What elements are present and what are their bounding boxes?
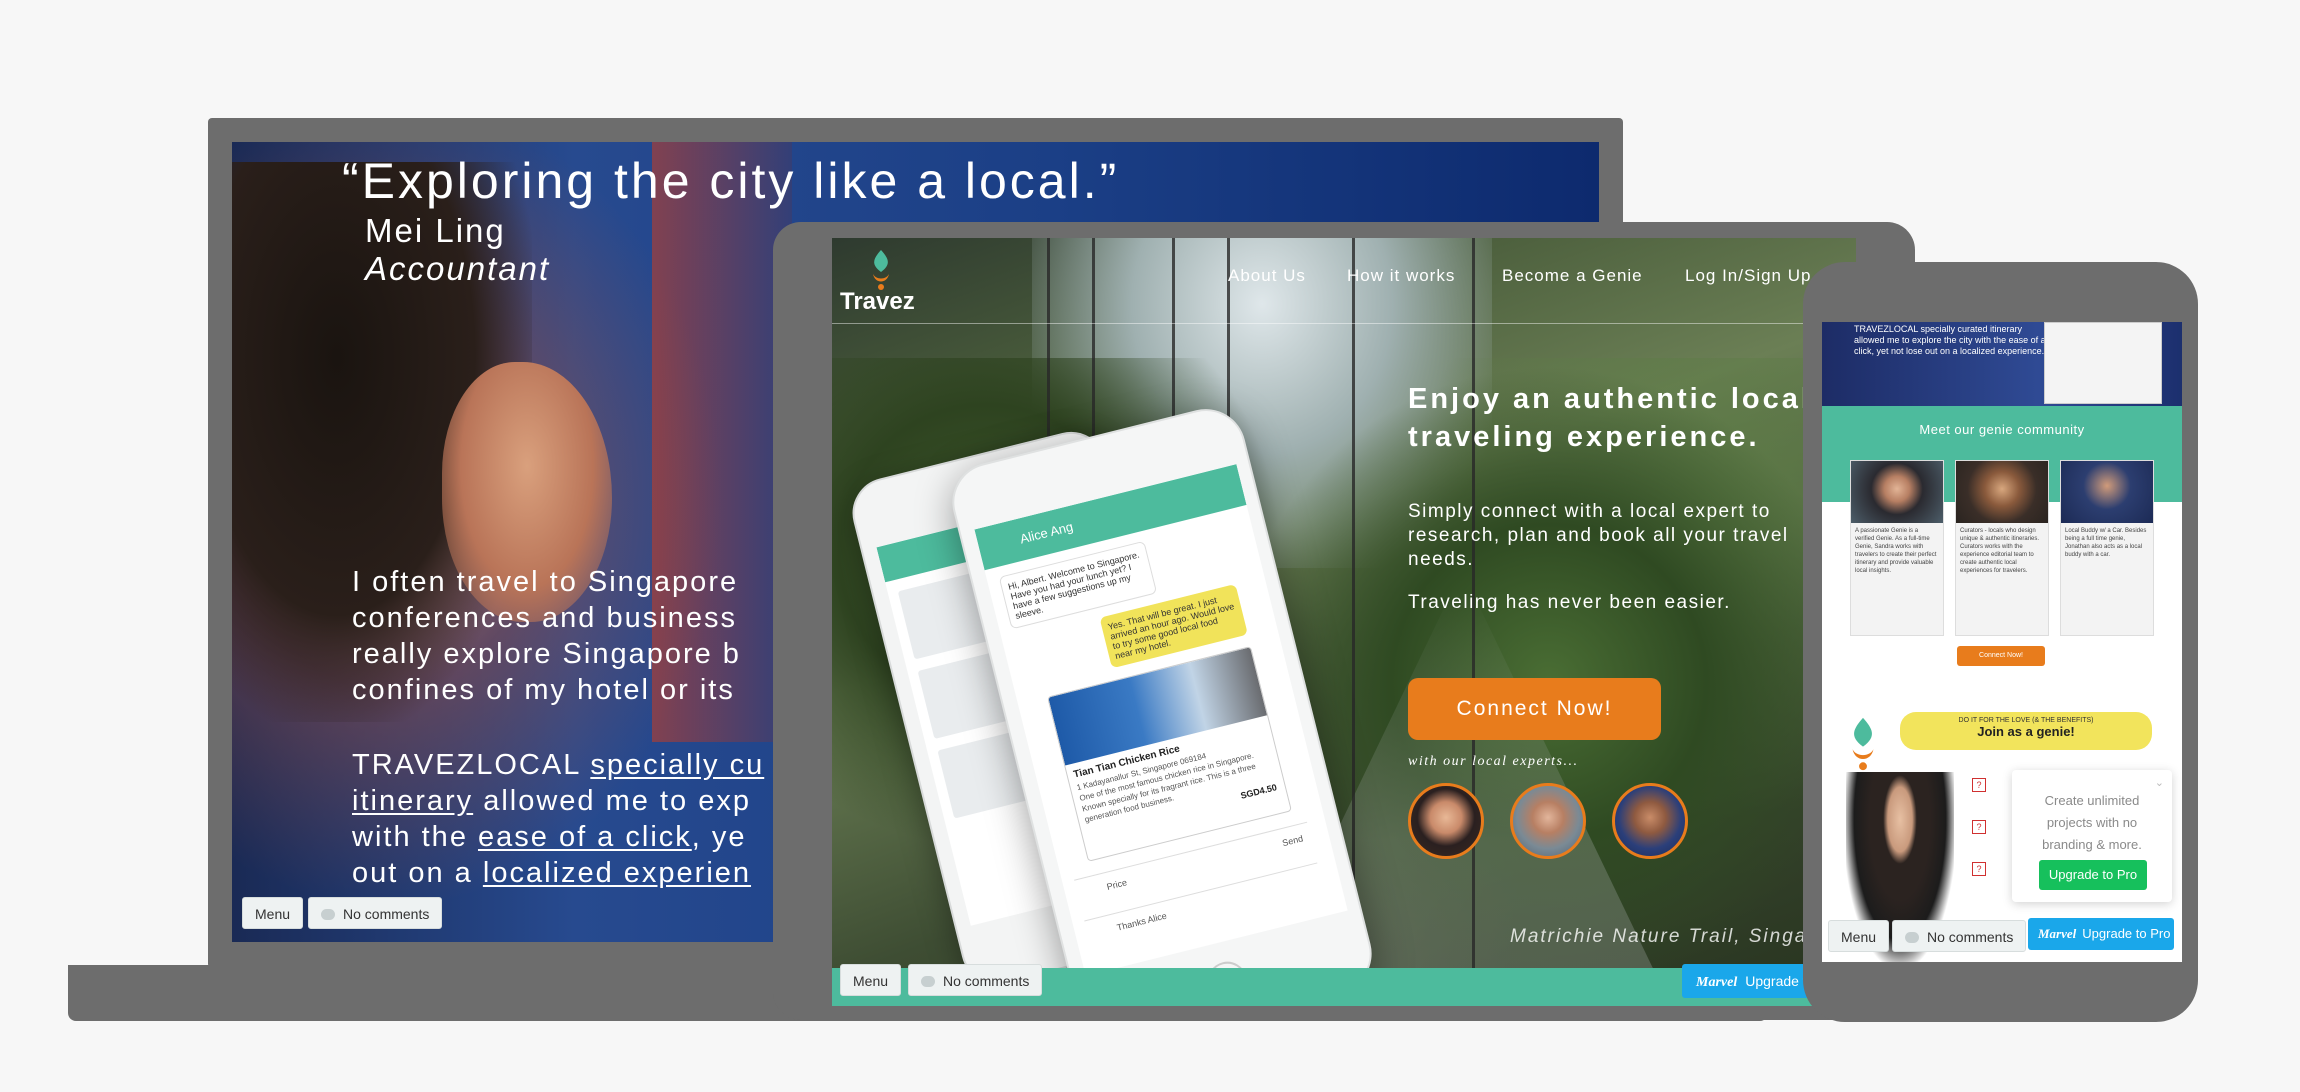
comments-label: No comments xyxy=(943,973,1030,989)
genie-card[interactable]: Local Buddy w/ a Car. Besides being a fu… xyxy=(2060,460,2154,636)
expert-avatar[interactable] xyxy=(1408,783,1484,859)
question-icon: ? xyxy=(1972,778,1986,792)
testimonial-snippet: TRAVEZLOCAL specially curated itinerary … xyxy=(1854,324,2046,356)
expert-avatar[interactable] xyxy=(1510,783,1586,859)
join-genie-banner[interactable]: DO IT FOR THE LOVE (& THE BENEFITS) Join… xyxy=(1900,712,2152,750)
testimonial-name: Mei Ling xyxy=(365,212,506,249)
comment-icon xyxy=(1905,932,1919,943)
nav-divider xyxy=(832,323,1856,324)
upgrade-popover: ⌄ Create unlimited projects with no bran… xyxy=(2012,770,2172,902)
comments-button[interactable]: No comments xyxy=(308,897,443,929)
chevron-down-icon[interactable]: ⌄ xyxy=(2155,776,2164,789)
text: with the xyxy=(352,821,478,853)
genie-card-image xyxy=(1851,461,1943,523)
genie-card-image xyxy=(2061,461,2153,523)
send-label: Send xyxy=(1281,833,1305,849)
upgrade-popover-text: Create unlimited projects with no brandi… xyxy=(2042,793,2142,852)
nav-become-a-genie[interactable]: Become a Genie xyxy=(1502,266,1643,286)
upgrade-button[interactable]: Marvel Upgrade to Pro xyxy=(2028,918,2174,950)
comment-icon xyxy=(921,976,935,987)
genie-logo-icon xyxy=(1852,717,1874,771)
marvel-logo-icon: Marvel xyxy=(2038,926,2077,941)
brand-logo[interactable]: Travez xyxy=(840,288,915,316)
question-icon: ? xyxy=(1972,820,1986,834)
comments-button[interactable]: No comments xyxy=(908,964,1043,996)
genie-card[interactable]: Curators - locals who design unique & au… xyxy=(1955,460,2049,636)
genie-community-title: Meet our genie community xyxy=(1919,422,2085,437)
menu-button[interactable]: Menu xyxy=(1828,920,1890,952)
menu-button[interactable]: Menu xyxy=(840,964,902,996)
comment-icon xyxy=(321,909,335,920)
comments-label: No comments xyxy=(343,906,430,922)
nav-about-us[interactable]: About Us xyxy=(1228,266,1306,286)
genie-card-text: Local Buddy w/ a Car. Besides being a fu… xyxy=(2065,528,2147,558)
genie-card-image xyxy=(1956,461,2048,523)
upgrade-to-pro-button[interactable]: Upgrade to Pro xyxy=(2039,860,2147,890)
hero-tagline: Traveling has never been easier. xyxy=(1408,592,1731,613)
itinerary-link[interactable]: specially cu xyxy=(590,749,764,781)
screenshot-thumbnail xyxy=(2044,322,2162,404)
genie-logo-icon xyxy=(873,250,889,290)
experience-card: Tian Tian Chicken Rice 1 Kadayanallur St… xyxy=(1047,646,1292,862)
testimonial-quote: “Exploring the city like a local.” xyxy=(342,153,1120,209)
upgrade-label: Upgrade to Pro xyxy=(2082,926,2171,941)
nav-how-it-works[interactable]: How it works xyxy=(1347,266,1455,286)
connect-now-button[interactable]: Connect Now! xyxy=(1957,646,2045,666)
experience-link[interactable]: localized experien xyxy=(483,857,751,889)
join-genie-subtitle: DO IT FOR THE LOVE (& THE BENEFITS) xyxy=(1958,717,2094,724)
text: out on a xyxy=(352,857,483,889)
phone-screen: TRAVEZLOCAL specially curated itinerary … xyxy=(1822,322,2182,962)
genie-card[interactable]: A passionate Genie is a verified Genie. … xyxy=(1850,460,1944,636)
join-genie-title: Join as a genie! xyxy=(1977,724,2075,739)
genie-card-text: Curators - locals who design unique & au… xyxy=(1960,528,2040,574)
experts-label: with our local experts... xyxy=(1408,754,1579,769)
nav-login-signup[interactable]: Log In/Sign Up xyxy=(1685,266,1811,286)
tablet-screen: Travez About Us How it works Become a Ge… xyxy=(832,238,1856,1006)
price-label: Price xyxy=(1105,877,1128,892)
ease-link[interactable]: ease of a click xyxy=(478,821,692,853)
testimonial-role: Accountant xyxy=(365,250,551,287)
menu-button[interactable]: Menu xyxy=(242,897,304,929)
connect-now-button[interactable]: Connect Now! xyxy=(1408,678,1661,740)
marvel-logo-icon: Marvel xyxy=(1696,975,1738,990)
device-showcase: “Exploring the city like a local.” Mei L… xyxy=(0,0,2300,1092)
photo-caption: Matrichie Nature Trail, Singap xyxy=(1510,926,1820,947)
itinerary-link[interactable]: itinerary xyxy=(352,785,473,817)
comments-button[interactable]: No comments xyxy=(1892,920,2027,952)
text: allowed me to exp xyxy=(473,785,751,817)
question-icon: ? xyxy=(1972,862,1986,876)
genie-card-text: A passionate Genie is a verified Genie. … xyxy=(1855,528,1937,574)
bridge-cable xyxy=(1472,238,1475,1006)
hero-paragraph: Simply connect with a local expert to re… xyxy=(1408,501,1789,570)
text: , ye xyxy=(691,821,747,853)
comments-label: No comments xyxy=(1927,929,2014,945)
text: TRAVEZLOCAL xyxy=(352,749,591,781)
expert-avatar[interactable] xyxy=(1612,783,1688,859)
hero-headline: Enjoy an authentic local traveling exper… xyxy=(1408,383,1812,453)
